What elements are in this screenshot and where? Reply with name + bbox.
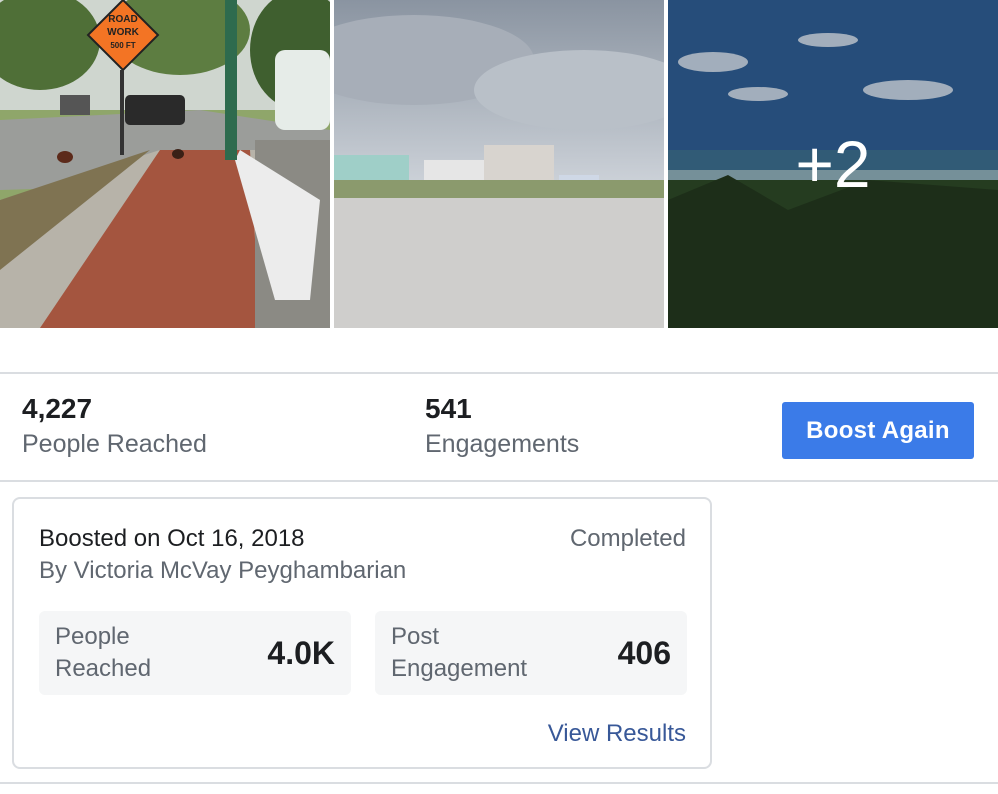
people-reached-value: 4,227 — [22, 393, 93, 424]
metric-value: 406 — [617, 635, 671, 671]
photo-strip: ROAD WORK 500 FT +2 — [0, 0, 998, 328]
boost-date-title: Boosted on Oct 16, 2018 — [39, 525, 305, 552]
metric-label: People Reached — [55, 623, 152, 682]
divider — [0, 782, 998, 784]
status-badge: Completed — [569, 525, 686, 552]
engagements-stat: 541 Engagements — [425, 392, 579, 462]
people-reached-stat: 4,227 People Reached — [22, 392, 207, 462]
people-reached-metric: People Reached 4.0K — [39, 611, 351, 695]
street-photo-image: ROAD WORK 500 FT — [0, 0, 330, 328]
more-photos-count: +2 — [668, 0, 998, 328]
engagements-label: Engagements — [425, 430, 580, 458]
sign-text-2: WORK — [107, 27, 139, 38]
metric-label: Post Engagement — [391, 623, 528, 682]
photo-street[interactable]: ROAD WORK 500 FT — [0, 0, 330, 328]
sign-text-3: 500 FT — [110, 41, 135, 50]
engagements-value: 541 — [425, 393, 472, 424]
photo-beach[interactable] — [334, 0, 664, 328]
metric-value: 4.0K — [267, 635, 335, 671]
boost-again-button[interactable]: Boost Again — [782, 402, 974, 459]
boost-author: By Victoria McVay Peyghambarian — [39, 557, 407, 584]
view-results-link[interactable]: View Results — [548, 718, 686, 750]
boost-summary-card: Boosted on Oct 16, 2018 Completed By Vic… — [12, 497, 712, 769]
divider — [0, 480, 998, 482]
photo-ocean-more[interactable]: +2 — [668, 0, 998, 328]
people-reached-label: People Reached — [22, 430, 207, 458]
beach-photo-image — [334, 0, 664, 328]
post-engagement-metric: Post Engagement 406 — [375, 611, 687, 695]
stats-row: 4,227 People Reached 541 Engagements Boo… — [0, 374, 998, 480]
sign-text-1: ROAD — [108, 14, 137, 25]
